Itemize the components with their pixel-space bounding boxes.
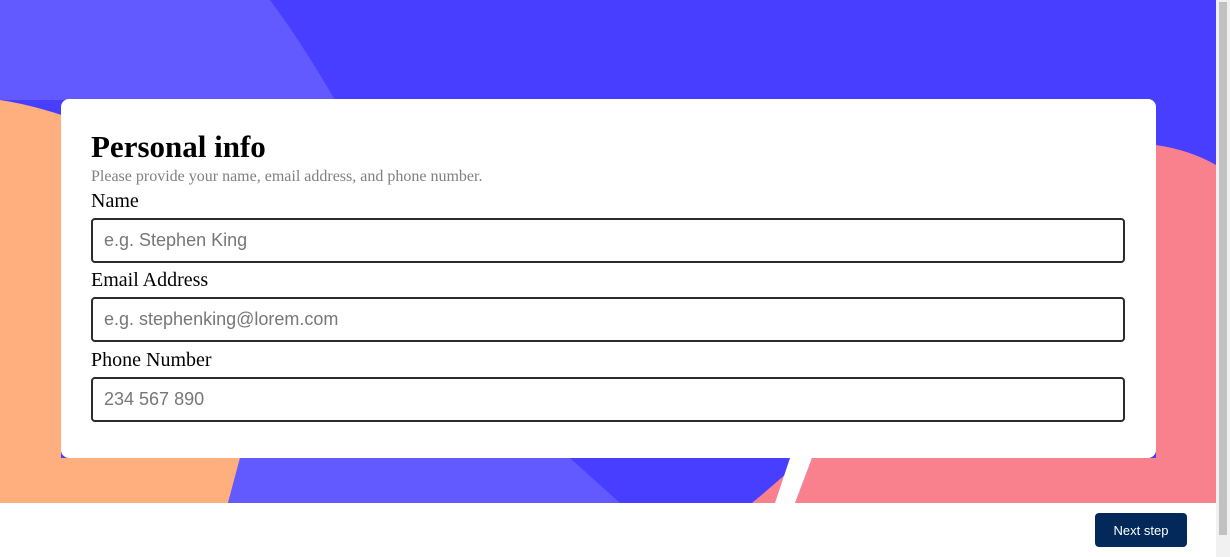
phone-label: Phone Number: [91, 349, 212, 371]
next-step-button[interactable]: Next step: [1095, 513, 1187, 547]
page-title: Personal info: [91, 129, 266, 164]
email-input[interactable]: [91, 297, 1125, 342]
page: Personal info Please provide your name, …: [0, 0, 1230, 557]
vertical-scrollbar[interactable]: [1216, 0, 1230, 557]
phone-input[interactable]: [91, 377, 1125, 422]
scrollbar-thumb[interactable]: [1219, 2, 1227, 535]
name-input[interactable]: [91, 218, 1125, 263]
personal-info-card: Personal info Please provide your name, …: [61, 99, 1156, 458]
page-subtitle: Please provide your name, email address,…: [91, 168, 483, 185]
email-label: Email Address: [91, 269, 209, 291]
name-label: Name: [91, 190, 139, 212]
